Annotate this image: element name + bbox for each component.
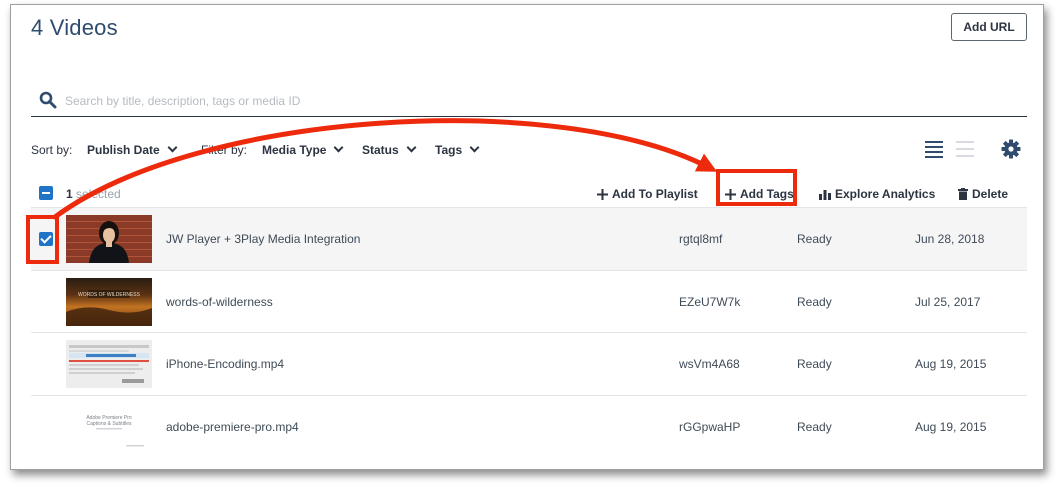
plus-icon — [725, 189, 736, 200]
gear-icon[interactable] — [1001, 139, 1021, 159]
thumbnail-line-2: Captions & Subtitles — [86, 421, 132, 427]
video-thumbnail[interactable]: WORDS OF WILDERNESS — [66, 277, 152, 326]
delete-button[interactable]: Delete — [958, 187, 1008, 201]
add-to-playlist-button[interactable]: Add To Playlist — [597, 187, 698, 201]
video-thumbnail[interactable] — [66, 215, 152, 263]
media-id: rgtql8mf — [679, 232, 723, 246]
thumbnail-caption: WORDS OF WILDERNESS — [78, 292, 141, 298]
row-checkbox[interactable] — [39, 295, 53, 309]
person-thumbnail-image — [89, 221, 129, 263]
video-status: Ready — [797, 232, 832, 246]
explore-analytics-button[interactable]: Explore Analytics — [819, 187, 935, 201]
row-checkbox[interactable] — [39, 357, 53, 371]
search-bar — [31, 85, 1027, 117]
bulk-actions-bar: 1 selected Add To Playlist Add Tags Expl… — [31, 181, 1027, 207]
add-tags-label: Add Tags — [740, 187, 794, 201]
title-card-thumbnail-image: Adobe Premiere Pro Captions & Subtitles — [86, 415, 144, 446]
video-status: Ready — [797, 294, 832, 309]
media-id: rGGpwaHP — [679, 419, 741, 434]
sort-label: Sort by: — [31, 143, 73, 157]
bar-chart-icon — [819, 190, 831, 200]
media-id: EZeU7W7k — [679, 294, 741, 309]
publish-date: Aug 19, 2015 — [915, 419, 987, 434]
landscape-thumbnail-image: WORDS OF WILDERNESS — [66, 289, 152, 326]
chevron-down-icon — [334, 142, 344, 153]
video-title[interactable]: iPhone-Encoding.mp4 — [166, 357, 284, 371]
publish-date: Jun 28, 2018 — [915, 232, 985, 246]
explore-analytics-label: Explore Analytics — [835, 187, 936, 201]
video-status: Ready — [797, 419, 832, 434]
chevron-down-icon — [167, 142, 178, 153]
publish-date: Aug 19, 2015 — [915, 357, 987, 371]
status-dropdown[interactable]: Status — [362, 142, 417, 157]
video-library: 4 Videos Add URL Sort by: Publish Date F… — [31, 5, 1027, 469]
media-type-dropdown[interactable]: Media Type — [262, 142, 344, 157]
table-row[interactable]: JW Player + 3Play Media Integration rgtq… — [31, 207, 1027, 270]
search-icon — [39, 91, 57, 109]
status-value: Status — [362, 143, 399, 157]
list-view-icon[interactable] — [924, 139, 944, 159]
video-table: JW Player + 3Play Media Integration rgtq… — [31, 207, 1027, 457]
page-title: 4 Videos — [31, 15, 118, 40]
video-thumbnail[interactable]: Adobe Premiere Pro Captions & Subtitles — [66, 402, 152, 451]
tags-value: Tags — [435, 143, 463, 157]
video-title[interactable]: adobe-premiere-pro.mp4 — [166, 420, 299, 434]
filter-toolbar: Sort by: Publish Date Filter by: Media T… — [31, 137, 1027, 163]
video-title[interactable]: words-of-wilderness — [166, 295, 273, 309]
selected-count: 1 — [66, 187, 73, 201]
media-type-value: Media Type — [262, 143, 327, 157]
compact-view-icon[interactable] — [955, 139, 975, 159]
video-thumbnail[interactable] — [66, 340, 152, 388]
row-checkbox[interactable] — [39, 232, 53, 246]
table-row[interactable]: Adobe Premiere Pro Captions & Subtitles … — [31, 394, 1027, 458]
tags-dropdown[interactable]: Tags — [435, 142, 480, 157]
add-to-playlist-label: Add To Playlist — [612, 187, 698, 201]
filter-label: Filter by: — [201, 143, 248, 157]
video-title[interactable]: JW Player + 3Play Media Integration — [166, 232, 360, 246]
trash-icon — [958, 188, 968, 200]
selected-word: selected — [76, 187, 121, 201]
spreadsheet-thumbnail-image — [69, 345, 149, 383]
table-row[interactable]: WORDS OF WILDERNESS words-of-wilderness … — [31, 269, 1027, 333]
chevron-down-icon — [406, 142, 417, 153]
delete-label: Delete — [972, 187, 1009, 201]
video-status: Ready — [797, 357, 832, 371]
add-tags-button[interactable]: Add Tags — [725, 187, 794, 201]
add-url-button[interactable]: Add URL — [951, 13, 1027, 41]
table-row[interactable]: iPhone-Encoding.mp4 wsVm4A68 Ready Aug 1… — [31, 332, 1027, 395]
chevron-down-icon — [469, 142, 480, 153]
search-input[interactable] — [65, 91, 965, 111]
select-all-checkbox[interactable] — [39, 186, 53, 200]
row-checkbox[interactable] — [39, 420, 53, 434]
app-window: 4 Videos Add URL Sort by: Publish Date F… — [10, 4, 1044, 470]
sort-value: Publish Date — [87, 143, 160, 157]
selection-count: 1 selected — [66, 187, 121, 201]
media-id: wsVm4A68 — [679, 357, 740, 371]
publish-date: Jul 25, 2017 — [915, 294, 981, 309]
sort-dropdown[interactable]: Publish Date — [87, 142, 178, 157]
plus-icon — [597, 189, 608, 200]
